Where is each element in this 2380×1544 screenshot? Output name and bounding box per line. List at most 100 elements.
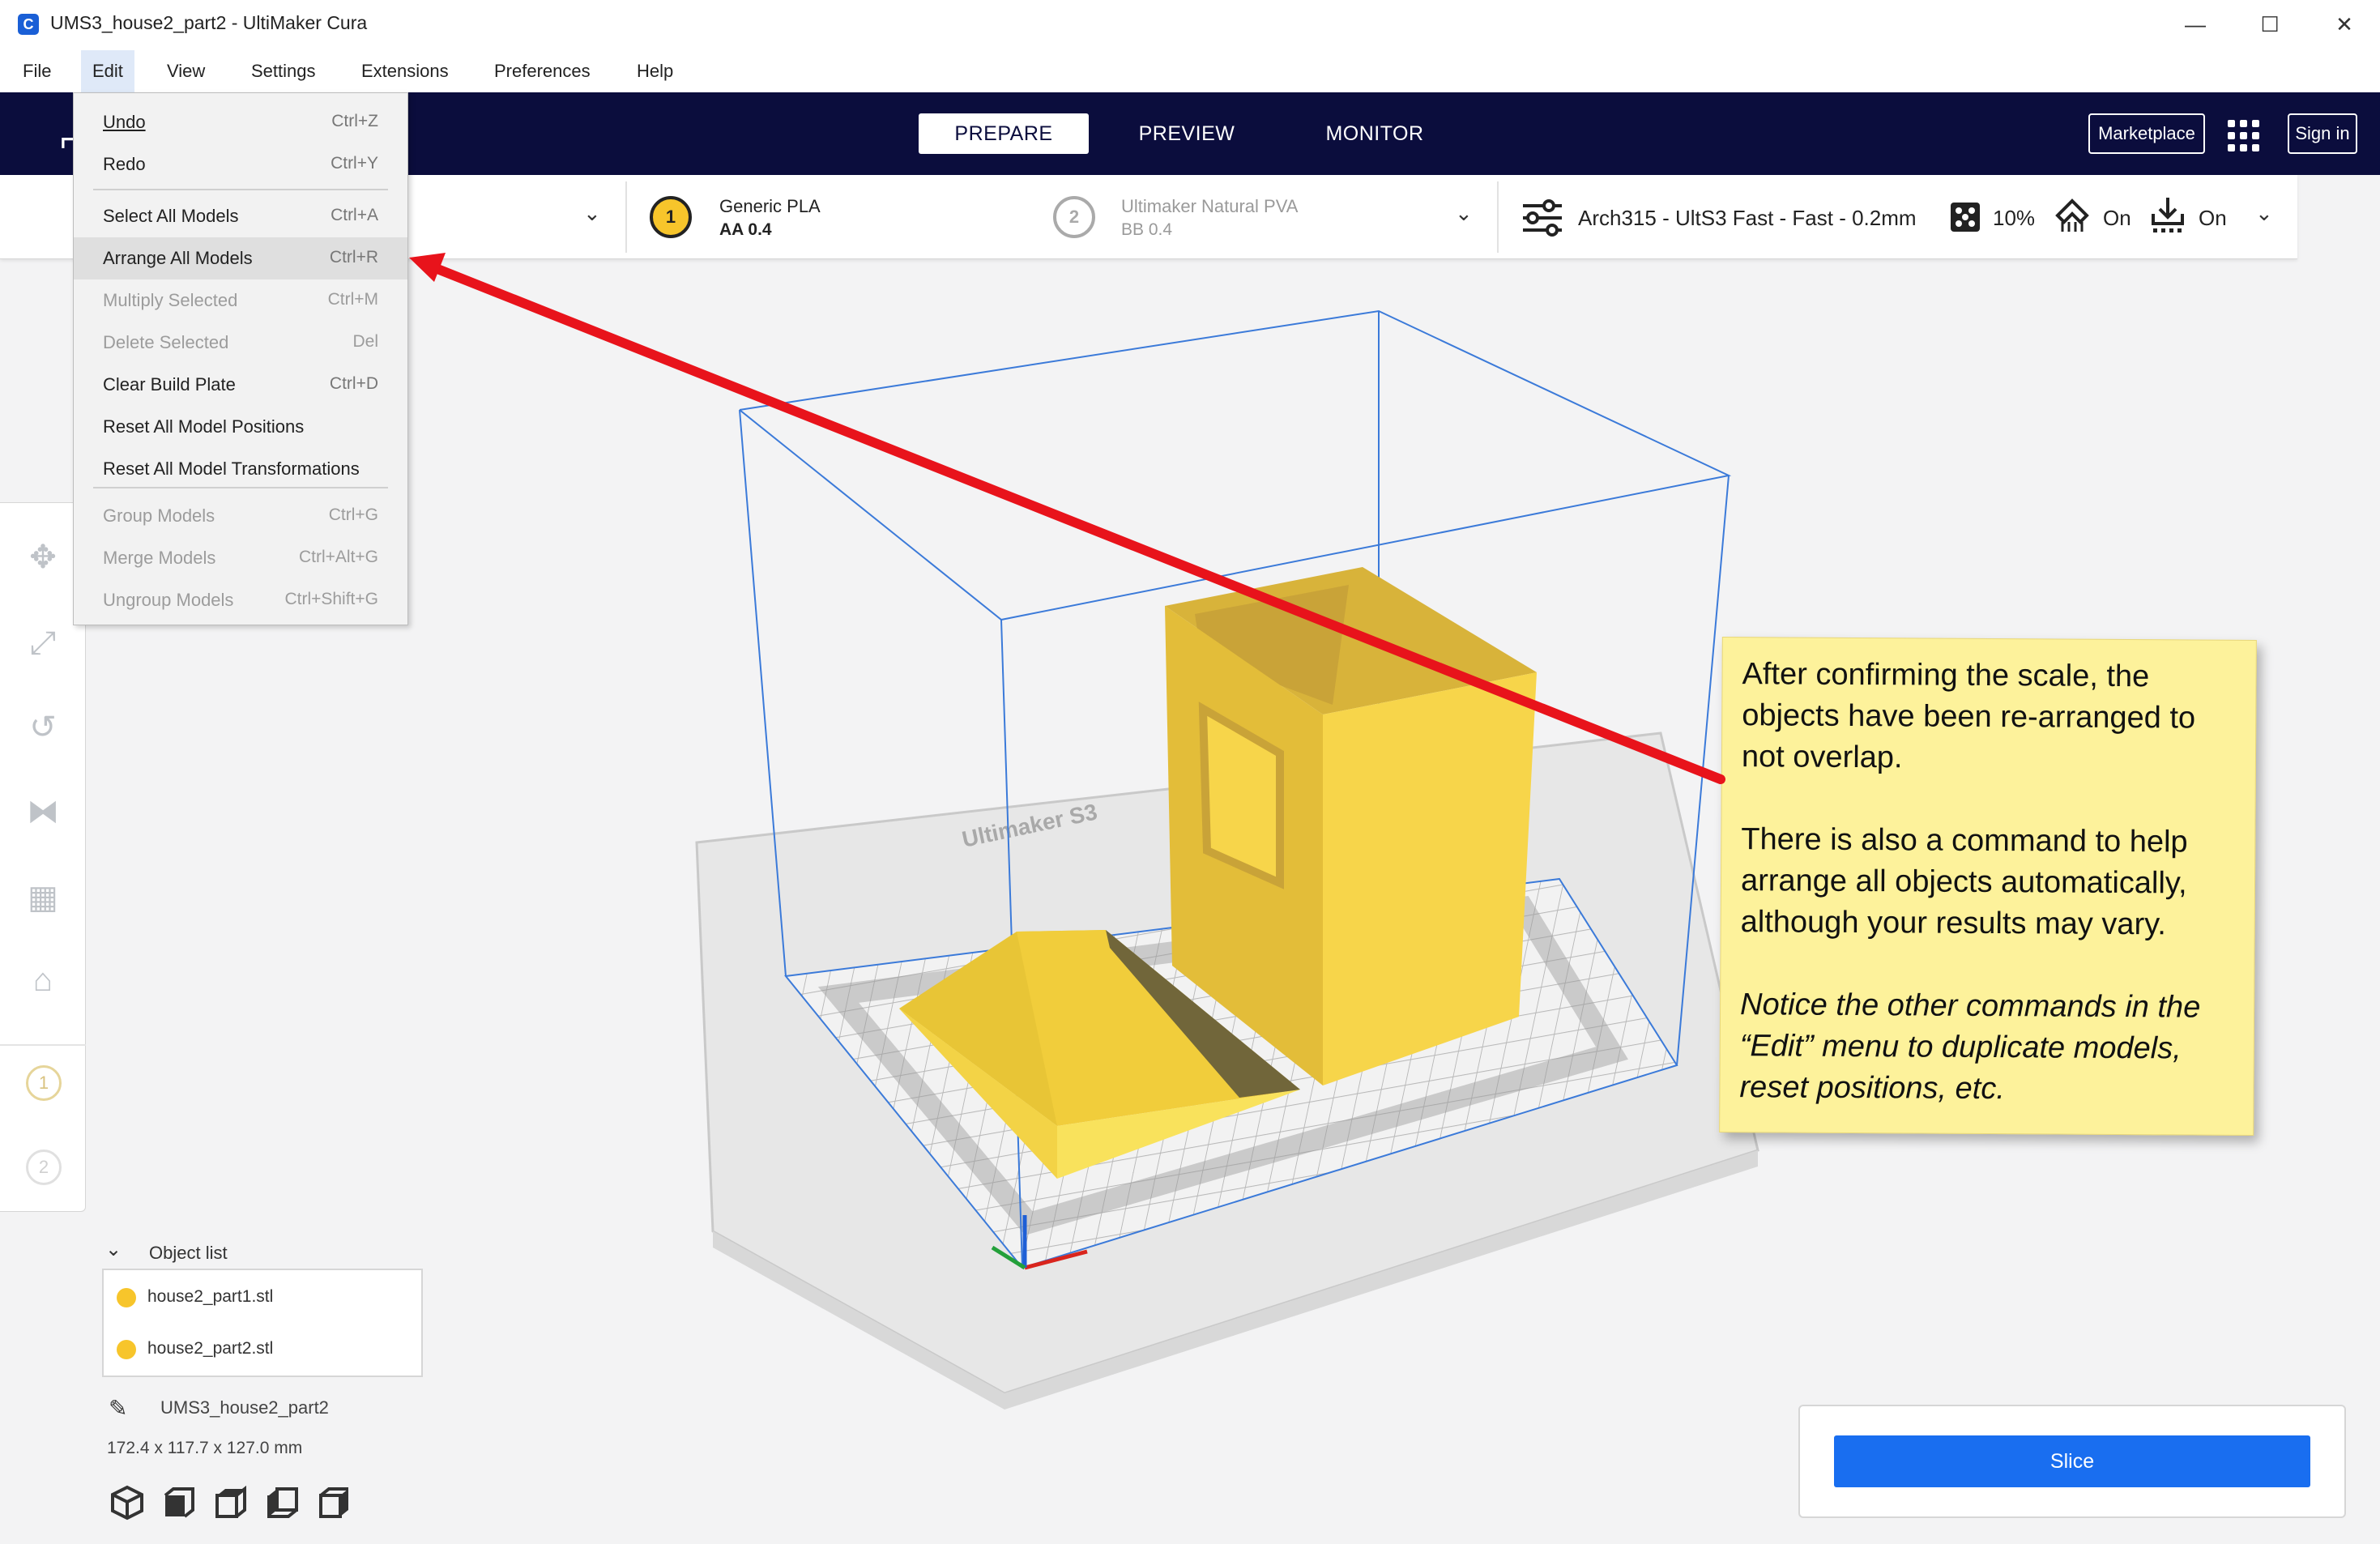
menu-item-shortcut: Ctrl+Alt+G xyxy=(298,548,378,566)
maximize-button[interactable]: ☐ xyxy=(2246,8,2294,41)
menu-item-undo[interactable]: Undo Ctrl+Z xyxy=(74,101,407,143)
annotation-paragraph: Notice the other commands in the “Edit” … xyxy=(1739,987,2201,1107)
object-list: house2_part1.stl house2_part2.stl xyxy=(102,1269,423,1377)
per-model-settings-icon[interactable]: ▦ xyxy=(21,876,65,919)
support-value[interactable]: On xyxy=(2103,206,2131,231)
tab-prepare[interactable]: PREPARE xyxy=(919,113,1089,154)
marketplace-button[interactable]: Marketplace xyxy=(2088,113,2205,154)
annotation-note: After confirming the scale, the objects … xyxy=(1719,636,2257,1137)
extruder-1-material[interactable]: Generic PLA xyxy=(719,196,821,217)
print-settings-chevron-down-icon[interactable]: ⌄ xyxy=(2255,201,2273,226)
toolbar-divider xyxy=(0,1044,86,1046)
mirror-icon[interactable]: ⧓ xyxy=(21,790,65,834)
extruder-1-icon[interactable]: 1 xyxy=(650,196,692,238)
menu-item-multiply-selected[interactable]: Multiply Selected Ctrl+M xyxy=(74,279,407,322)
menu-item-label: Multiply Selected xyxy=(103,290,238,310)
extruder-2-icon[interactable]: 2 xyxy=(1053,196,1095,238)
menu-item-label: Undo xyxy=(103,112,146,132)
menu-item-shortcut: Ctrl+Y xyxy=(331,154,378,173)
menu-item-label: Clear Build Plate xyxy=(103,374,236,395)
menu-edit[interactable]: Edit xyxy=(81,50,134,92)
sign-in-button[interactable]: Sign in xyxy=(2288,113,2357,154)
menu-item-group-models[interactable]: Group Models Ctrl+G xyxy=(74,495,407,537)
extruder-2-tool-icon[interactable]: 2 xyxy=(26,1149,62,1185)
support-icon[interactable] xyxy=(2054,198,2090,235)
menu-item-reset-all-model-transformations[interactable]: Reset All Model Transformations xyxy=(74,448,407,490)
menu-item-redo[interactable]: Redo Ctrl+Y xyxy=(74,143,407,186)
extruder-1-core[interactable]: AA 0.4 xyxy=(719,220,772,240)
menu-item-arrange-all-models[interactable]: Arrange All Models Ctrl+R xyxy=(74,237,407,279)
object-list-chevron-down-icon[interactable]: ⌄ xyxy=(105,1238,122,1261)
menu-item-label: Arrange All Models xyxy=(103,248,253,268)
window-title: UMS3_house2_part2 - UltiMaker Cura xyxy=(50,12,368,33)
job-name[interactable]: UMS3_house2_part2 xyxy=(160,1397,329,1418)
menu-separator xyxy=(93,487,388,488)
slice-button[interactable]: Slice xyxy=(1834,1435,2310,1487)
menu-help[interactable]: Help xyxy=(625,50,685,92)
menu-settings[interactable]: Settings xyxy=(240,50,327,92)
object-name: house2_part2.stl xyxy=(147,1339,274,1358)
divider xyxy=(1497,181,1499,253)
menu-item-label: Ungroup Models xyxy=(103,590,234,610)
menu-item-label: Merge Models xyxy=(103,548,216,568)
menu-item-label: Select All Models xyxy=(103,206,239,226)
cura-app-icon: C xyxy=(18,14,39,35)
support-blocker-icon[interactable]: ⌂ xyxy=(21,958,65,1002)
menu-extensions[interactable]: Extensions xyxy=(350,50,460,92)
menu-view[interactable]: View xyxy=(156,50,216,92)
menu-preferences[interactable]: Preferences xyxy=(483,50,602,92)
menu-item-label: Delete Selected xyxy=(103,332,229,352)
extruder-1-tool-icon[interactable]: 1 xyxy=(26,1065,62,1101)
extruder-2-material[interactable]: Ultimaker Natural PVA xyxy=(1121,196,1298,217)
menu-item-shortcut: Ctrl+M xyxy=(327,290,378,309)
top-view-icon[interactable] xyxy=(212,1484,250,1521)
menu-item-label: Reset All Model Transformations xyxy=(103,459,360,479)
extruder-color-icon xyxy=(117,1288,136,1307)
object-name: house2_part1.stl xyxy=(147,1287,274,1306)
print-profile[interactable]: Arch315 - UltS3 Fast - Fast - 0.2mm xyxy=(1578,206,1917,231)
menu-item-reset-all-model-positions[interactable]: Reset All Model Positions xyxy=(74,406,407,448)
divider xyxy=(625,181,627,253)
close-button[interactable]: ✕ xyxy=(2320,8,2369,41)
infill-icon[interactable] xyxy=(1949,201,1981,233)
edit-menu-dropdown: Undo Ctrl+Z Redo Ctrl+Y Select All Model… xyxy=(73,92,408,625)
material-selector-chevron-down-icon[interactable]: ⌄ xyxy=(1455,201,1473,226)
tab-monitor[interactable]: MONITOR xyxy=(1293,113,1457,154)
menu-file[interactable]: File xyxy=(11,50,62,92)
object-list-title[interactable]: Object list xyxy=(149,1243,228,1264)
scale-icon[interactable]: ⤢ xyxy=(21,621,65,665)
pencil-icon[interactable]: ✎ xyxy=(109,1395,127,1422)
right-view-icon[interactable] xyxy=(316,1484,353,1521)
infill-value[interactable]: 10% xyxy=(1993,206,2035,231)
menu-item-label: Reset All Model Positions xyxy=(103,416,305,437)
model-dimensions: 172.4 x 117.7 x 127.0 mm xyxy=(107,1439,303,1457)
menu-item-delete-selected[interactable]: Delete Selected Del xyxy=(74,322,407,364)
printer-selector-chevron-down-icon[interactable]: ⌄ xyxy=(583,201,601,226)
3d-view-icon[interactable] xyxy=(109,1484,146,1521)
menu-item-clear-build-plate[interactable]: Clear Build Plate Ctrl+D xyxy=(74,364,407,406)
window-titlebar: C UMS3_house2_part2 - UltiMaker Cura — ☐… xyxy=(0,0,2380,50)
menu-item-shortcut: Del xyxy=(352,332,378,351)
tab-preview[interactable]: PREVIEW xyxy=(1111,113,1262,154)
adhesion-icon[interactable] xyxy=(2150,196,2186,235)
settings-sliders-icon[interactable] xyxy=(1521,199,1563,237)
menu-item-label: Redo xyxy=(103,154,146,174)
menu-separator xyxy=(93,189,388,190)
adhesion-value[interactable]: On xyxy=(2199,206,2227,231)
rotate-icon[interactable]: ↺ xyxy=(21,706,65,749)
move-icon[interactable]: ✥ xyxy=(21,535,65,579)
annotation-paragraph: After confirming the scale, the objects … xyxy=(1741,657,2196,775)
front-view-icon[interactable] xyxy=(160,1484,198,1521)
list-item[interactable]: house2_part1.stl xyxy=(104,1272,421,1324)
list-item[interactable]: house2_part2.stl xyxy=(104,1324,421,1376)
left-view-icon[interactable] xyxy=(264,1484,301,1521)
menu-item-ungroup-models[interactable]: Ungroup Models Ctrl+Shift+G xyxy=(74,579,407,621)
minimize-button[interactable]: — xyxy=(2171,8,2220,41)
menu-item-label: Group Models xyxy=(103,505,215,526)
menubar: File Edit View Settings Extensions Prefe… xyxy=(0,50,2380,92)
menu-item-select-all-models[interactable]: Select All Models Ctrl+A xyxy=(74,195,407,237)
menu-item-merge-models[interactable]: Merge Models Ctrl+Alt+G xyxy=(74,537,407,579)
extruder-color-icon xyxy=(117,1340,136,1359)
apps-grid-icon[interactable] xyxy=(2228,120,2260,152)
extruder-2-core[interactable]: BB 0.4 xyxy=(1121,220,1172,240)
